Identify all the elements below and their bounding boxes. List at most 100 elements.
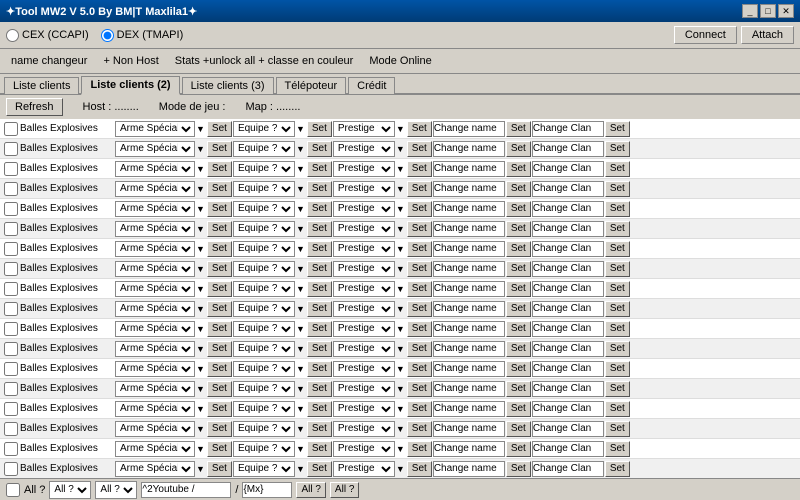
row-checkbox-15[interactable] <box>4 422 18 436</box>
cex-radio-item[interactable]: CEX (CCAPI) <box>6 29 89 42</box>
row-change-clan-input-16[interactable] <box>532 441 604 457</box>
row-equipe-select-9[interactable]: Equipe ? <box>233 301 295 317</box>
row-prestige-set-btn-11[interactable]: Set <box>407 341 432 357</box>
attach-button[interactable]: Attach <box>741 26 794 44</box>
row-change-clan-input-6[interactable] <box>532 241 604 257</box>
row-change-clan-set-btn-13[interactable]: Set <box>605 381 630 397</box>
row-arme-select-0[interactable]: Arme Spécial ? <box>115 121 195 137</box>
row-change-clan-set-btn-10[interactable]: Set <box>605 321 630 337</box>
row-arme-select-10[interactable]: Arme Spécial ? <box>115 321 195 337</box>
row-change-clan-input-8[interactable] <box>532 281 604 297</box>
row-prestige-select-13[interactable]: Prestige ? <box>333 381 395 397</box>
row-checkbox-17[interactable] <box>4 462 18 476</box>
row-equipe-set-btn-14[interactable]: Set <box>307 401 332 417</box>
row-change-clan-set-btn-0[interactable]: Set <box>605 121 630 137</box>
row-prestige-select-11[interactable]: Prestige ? <box>333 341 395 357</box>
row-change-clan-set-btn-9[interactable]: Set <box>605 301 630 317</box>
row-prestige-set-btn-15[interactable]: Set <box>407 421 432 437</box>
row-change-name-set-btn-8[interactable]: Set <box>506 281 531 297</box>
row-prestige-select-14[interactable]: Prestige ? <box>333 401 395 417</box>
row-arme-set-btn-11[interactable]: Set <box>207 341 232 357</box>
row-arme-set-btn-16[interactable]: Set <box>207 441 232 457</box>
row-change-name-input-16[interactable] <box>433 441 505 457</box>
row-change-name-input-5[interactable] <box>433 221 505 237</box>
row-prestige-select-3[interactable]: Prestige ? <box>333 181 395 197</box>
row-equipe-select-8[interactable]: Equipe ? <box>233 281 295 297</box>
row-prestige-select-10[interactable]: Prestige ? <box>333 321 395 337</box>
row-arme-set-btn-10[interactable]: Set <box>207 321 232 337</box>
row-arme-set-btn-4[interactable]: Set <box>207 201 232 217</box>
row-change-name-set-btn-12[interactable]: Set <box>506 361 531 377</box>
row-prestige-select-4[interactable]: Prestige ? <box>333 201 395 217</box>
row-change-clan-set-btn-12[interactable]: Set <box>605 361 630 377</box>
row-equipe-set-btn-8[interactable]: Set <box>307 281 332 297</box>
row-change-name-input-9[interactable] <box>433 301 505 317</box>
cex-radio[interactable] <box>6 29 19 42</box>
row-equipe-set-btn-12[interactable]: Set <box>307 361 332 377</box>
row-prestige-set-btn-14[interactable]: Set <box>407 401 432 417</box>
row-equipe-set-btn-10[interactable]: Set <box>307 321 332 337</box>
row-change-clan-set-btn-5[interactable]: Set <box>605 221 630 237</box>
row-equipe-select-13[interactable]: Equipe ? <box>233 381 295 397</box>
row-change-clan-input-12[interactable] <box>532 361 604 377</box>
footer-all-btn-1[interactable]: All ? <box>296 482 325 498</box>
refresh-button[interactable]: Refresh <box>6 98 63 116</box>
row-checkbox-14[interactable] <box>4 402 18 416</box>
row-arme-select-17[interactable]: Arme Spécial ? <box>115 461 195 477</box>
row-change-clan-set-btn-2[interactable]: Set <box>605 161 630 177</box>
row-checkbox-13[interactable] <box>4 382 18 396</box>
row-equipe-set-btn-6[interactable]: Set <box>307 241 332 257</box>
tab-credit[interactable]: Crédit <box>348 77 395 94</box>
row-change-clan-input-10[interactable] <box>532 321 604 337</box>
row-change-name-set-btn-14[interactable]: Set <box>506 401 531 417</box>
row-change-name-input-3[interactable] <box>433 181 505 197</box>
close-button[interactable]: ✕ <box>778 4 794 18</box>
row-checkbox-11[interactable] <box>4 342 18 356</box>
row-prestige-select-16[interactable]: Prestige ? <box>333 441 395 457</box>
row-change-name-set-btn-1[interactable]: Set <box>506 141 531 157</box>
row-arme-set-btn-7[interactable]: Set <box>207 261 232 277</box>
row-arme-set-btn-13[interactable]: Set <box>207 381 232 397</box>
row-change-name-set-btn-9[interactable]: Set <box>506 301 531 317</box>
row-change-clan-input-5[interactable] <box>532 221 604 237</box>
row-change-name-input-13[interactable] <box>433 381 505 397</box>
row-prestige-select-17[interactable]: Prestige ? <box>333 461 395 477</box>
row-arme-select-5[interactable]: Arme Spécial ? <box>115 221 195 237</box>
footer-mx-input[interactable] <box>242 482 292 498</box>
row-equipe-select-17[interactable]: Equipe ? <box>233 461 295 477</box>
row-prestige-set-btn-1[interactable]: Set <box>407 141 432 157</box>
row-arme-select-3[interactable]: Arme Spécial ? <box>115 181 195 197</box>
row-change-clan-set-btn-7[interactable]: Set <box>605 261 630 277</box>
row-change-clan-input-14[interactable] <box>532 401 604 417</box>
row-change-name-set-btn-11[interactable]: Set <box>506 341 531 357</box>
row-equipe-select-15[interactable]: Equipe ? <box>233 421 295 437</box>
row-change-clan-set-btn-16[interactable]: Set <box>605 441 630 457</box>
row-checkbox-10[interactable] <box>4 322 18 336</box>
row-arme-select-9[interactable]: Arme Spécial ? <box>115 301 195 317</box>
row-checkbox-9[interactable] <box>4 302 18 316</box>
row-prestige-select-7[interactable]: Prestige ? <box>333 261 395 277</box>
tab-liste-clients-2[interactable]: Liste clients (2) <box>81 76 179 95</box>
row-arme-select-13[interactable]: Arme Spécial ? <box>115 381 195 397</box>
row-change-name-set-btn-4[interactable]: Set <box>506 201 531 217</box>
dex-radio-item[interactable]: DEX (TMAPI) <box>101 29 184 42</box>
row-equipe-set-btn-0[interactable]: Set <box>307 121 332 137</box>
row-prestige-set-btn-13[interactable]: Set <box>407 381 432 397</box>
row-prestige-set-btn-12[interactable]: Set <box>407 361 432 377</box>
row-arme-select-2[interactable]: Arme Spécial ? <box>115 161 195 177</box>
row-change-clan-input-15[interactable] <box>532 421 604 437</box>
row-arme-select-16[interactable]: Arme Spécial ? <box>115 441 195 457</box>
row-change-clan-set-btn-11[interactable]: Set <box>605 341 630 357</box>
row-change-clan-input-3[interactable] <box>532 181 604 197</box>
row-change-clan-input-9[interactable] <box>532 301 604 317</box>
row-change-name-set-btn-6[interactable]: Set <box>506 241 531 257</box>
row-change-name-set-btn-17[interactable]: Set <box>506 461 531 477</box>
dex-radio[interactable] <box>101 29 114 42</box>
row-arme-set-btn-14[interactable]: Set <box>207 401 232 417</box>
row-equipe-select-0[interactable]: Equipe ? <box>233 121 295 137</box>
row-prestige-set-btn-9[interactable]: Set <box>407 301 432 317</box>
connect-button[interactable]: Connect <box>674 26 737 44</box>
row-change-clan-input-1[interactable] <box>532 141 604 157</box>
row-prestige-select-5[interactable]: Prestige ? <box>333 221 395 237</box>
row-change-clan-input-13[interactable] <box>532 381 604 397</box>
